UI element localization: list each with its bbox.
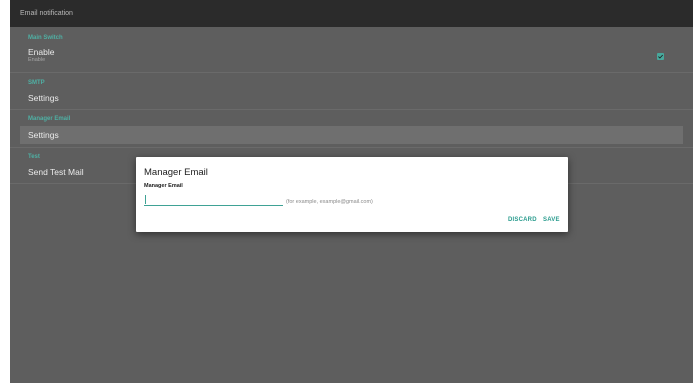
divider — [10, 109, 693, 110]
save-button[interactable]: SAVE — [543, 216, 560, 224]
divider — [10, 147, 693, 148]
divider — [10, 72, 693, 73]
email-hint: (for example, example@gmail.com) — [286, 199, 373, 205]
text-cursor — [145, 195, 146, 204]
send-test-mail-label: Send Test Mail — [28, 167, 84, 177]
email-field[interactable] — [144, 194, 283, 206]
smtp-settings-label: Settings — [28, 93, 59, 103]
manager-email-settings-row[interactable] — [20, 126, 683, 144]
section-header-manager-email: Manager Email — [28, 116, 71, 122]
section-header-test: Test — [28, 154, 40, 160]
app-bar: Email notification — [10, 0, 693, 27]
enable-row[interactable] — [10, 45, 693, 67]
settings-screen: Email notification Main Switch Enable En… — [10, 0, 693, 383]
discard-button[interactable]: DISCARD — [508, 216, 537, 224]
enable-summary: Enable — [28, 57, 46, 63]
checkbox-checked-icon — [658, 54, 664, 59]
email-field-label: Manager Email — [144, 183, 183, 189]
enable-checkbox[interactable] — [657, 53, 664, 60]
dialog-title: Manager Email — [144, 167, 208, 178]
smtp-settings-row[interactable] — [10, 89, 693, 106]
manager-email-settings-label: Settings — [28, 130, 59, 140]
manager-email-dialog: Manager Email Manager Email (for example… — [136, 157, 568, 232]
section-header-main-switch: Main Switch — [28, 35, 63, 41]
enable-title: Enable — [28, 47, 55, 57]
section-header-smtp: SMTP — [28, 80, 45, 86]
app-bar-title: Email notification — [20, 10, 73, 17]
